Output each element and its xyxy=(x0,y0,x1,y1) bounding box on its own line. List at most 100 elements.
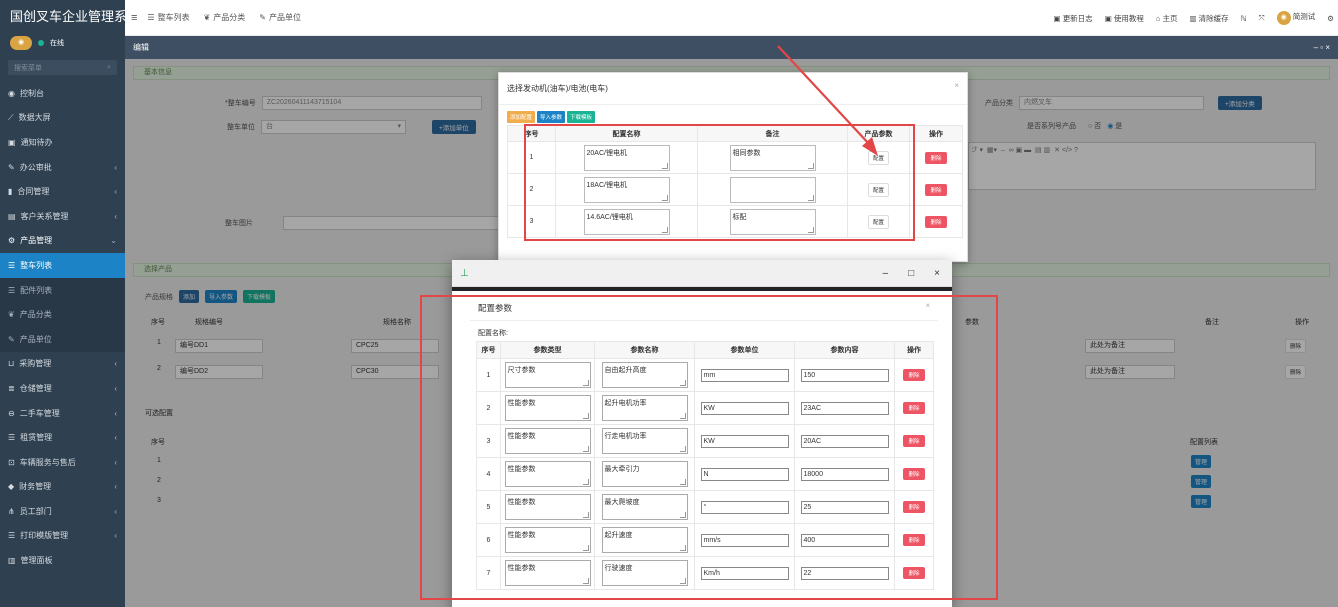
clear-cache-link[interactable]: ▥ 清除缓存 xyxy=(1189,13,1228,24)
user-menu[interactable]: ◉ 简测试 xyxy=(1276,11,1315,25)
delete-button[interactable]: 删除 xyxy=(903,501,925,513)
pin-icon[interactable]: ⊥ xyxy=(460,268,469,279)
param-name-textarea[interactable]: 行走电机功率 xyxy=(601,428,688,454)
note-textarea[interactable]: 相同参数 xyxy=(729,144,816,171)
menu-search-input[interactable]: 搜索菜单 ⌕ xyxy=(8,60,117,75)
param-name-textarea[interactable]: 最大爬坡度 xyxy=(601,494,688,520)
sidebar-item[interactable]: ◉ 控制台 xyxy=(0,81,125,106)
param-unit-input[interactable]: Km/h xyxy=(700,566,789,580)
add-config-button[interactable]: 添加配置 xyxy=(507,111,536,123)
param-unit-input[interactable]: ° xyxy=(700,500,789,514)
sidebar-item[interactable]: ✎ 办公审批 ‹ xyxy=(0,155,125,180)
param-unit-input[interactable]: mm/s xyxy=(700,533,789,547)
sidebar-item[interactable]: ⚙ 产品管理 ⌄ xyxy=(0,229,125,254)
import-params-button[interactable]: 导入参数 xyxy=(537,111,566,123)
sidebar-item[interactable]: ✎ 产品单位 xyxy=(0,326,125,352)
online-dot-icon xyxy=(38,40,44,46)
sidebar-item[interactable]: ❦ 产品分类 xyxy=(0,302,125,327)
changelog-link[interactable]: ▣ 更新日志 xyxy=(1054,13,1093,24)
close-icon[interactable]: × xyxy=(954,81,959,90)
sidebar-item[interactable]: ☰ 租赁管理 ‹ xyxy=(0,425,125,450)
delete-button[interactable]: 删除 xyxy=(903,534,925,546)
delete-button[interactable]: 删除 xyxy=(925,215,947,228)
tutorial-link[interactable]: ▣ 使用教程 xyxy=(1105,13,1144,24)
delete-button[interactable]: 删除 xyxy=(903,468,925,480)
delete-button[interactable]: 删除 xyxy=(903,369,925,381)
config-name-textarea[interactable]: 18AC/锂电机 xyxy=(583,176,670,203)
param-name-textarea[interactable]: 行驶速度 xyxy=(601,560,688,586)
configure-button[interactable]: 配置 xyxy=(867,150,889,165)
sidebar-item[interactable]: ▥ 管理面板 xyxy=(0,548,125,573)
sidebar: 国创叉车企业管理系 ◉ 在线 搜索菜单 ⌕ ◉ 控制台 ⟋ 数据大屏 ▣ 通知待办 ✎ 办公审… xyxy=(0,0,127,607)
sidebar-item[interactable]: ▮ 合同管理 ‹ xyxy=(0,179,125,204)
param-unit-input[interactable]: KW xyxy=(700,434,789,448)
param-type-textarea[interactable]: 性能参数 xyxy=(504,395,591,421)
sidebar-item[interactable]: ▣ 通知待办 xyxy=(0,130,125,155)
note-textarea[interactable] xyxy=(729,176,816,203)
tab-product-category[interactable]: ❦ 产品分类 xyxy=(204,12,246,23)
select-engine-dialog: 选择发动机(油车)/电池(电车) × 添加配置 导入参数 下载模板 序号 配置名… xyxy=(498,72,968,262)
param-value-input[interactable]: 20AC xyxy=(800,434,889,448)
param-type-textarea[interactable]: 性能参数 xyxy=(504,494,591,520)
config-name-textarea[interactable]: 14.6AC/锂电机 xyxy=(583,208,670,235)
menu-toggle-icon[interactable]: ≡ xyxy=(131,12,137,24)
param-type-textarea[interactable]: 性能参数 xyxy=(504,527,591,553)
sidebar-item[interactable]: ⊡ 车辆服务与售后 ‹ xyxy=(0,450,125,475)
delete-button[interactable]: 删除 xyxy=(903,435,925,447)
sidebar-item[interactable]: ⊖ 二手车管理 ‹ xyxy=(0,401,125,426)
param-unit-input[interactable]: N xyxy=(700,467,789,481)
param-type-textarea[interactable]: 尺寸参数 xyxy=(504,362,591,388)
sidebar-item[interactable]: ☰ 整车列表 xyxy=(0,253,125,278)
param-value-input[interactable]: 400 xyxy=(800,533,889,547)
param-value-input[interactable]: 25 xyxy=(800,500,889,514)
configure-button[interactable]: 配置 xyxy=(867,182,889,197)
sidebar-item[interactable]: ▤ 客户关系管理 ‹ xyxy=(0,204,125,229)
chevron-left-icon: ‹ xyxy=(114,433,117,443)
fullscreen-icon[interactable]: ⤧ xyxy=(1259,13,1265,23)
note-textarea[interactable]: 标配 xyxy=(729,208,816,235)
param-name-cell: 自由起升高度 xyxy=(594,358,695,392)
download-template-button[interactable]: 下载模板 xyxy=(567,111,596,123)
window-controls[interactable]: – ▫ × xyxy=(1314,36,1330,59)
translate-icon[interactable]: ℕ xyxy=(1241,14,1247,23)
sidebar-item[interactable]: ◆ 财务管理 ‹ xyxy=(0,475,125,500)
home-link[interactable]: ⌂ 主页 xyxy=(1156,13,1178,24)
param-type-textarea[interactable]: 性能参数 xyxy=(504,560,591,586)
param-type-textarea[interactable]: 性能参数 xyxy=(504,428,591,454)
sidebar-item[interactable]: ⊔ 采购管理 ‹ xyxy=(0,352,125,377)
delete-button[interactable]: 删除 xyxy=(903,402,925,414)
sidebar-item[interactable]: ⋔ 员工部门 ‹ xyxy=(0,499,125,524)
tab-vehicle-list[interactable]: ☰ 整车列表 xyxy=(147,12,189,23)
chevron-left-icon: ‹ xyxy=(114,359,117,369)
sidebar-item[interactable]: ⟋ 数据大屏 xyxy=(0,106,125,131)
param-value-input[interactable]: 18000 xyxy=(800,467,889,481)
param-value-input[interactable]: 23AC xyxy=(800,401,889,415)
config-name-cell: 18AC/锂电机 xyxy=(555,173,698,206)
param-value-input[interactable]: 150 xyxy=(800,368,889,382)
delete-button[interactable]: 删除 xyxy=(925,151,947,164)
param-type-textarea[interactable]: 性能参数 xyxy=(504,461,591,487)
minimize-icon[interactable]: – xyxy=(883,268,889,279)
search-icon[interactable]: ⌕ xyxy=(107,64,111,72)
tab-product-unit[interactable]: ✎ 产品单位 xyxy=(259,12,301,23)
param-name-textarea[interactable]: 起升速度 xyxy=(601,527,688,553)
settings-icon[interactable]: ⚙ xyxy=(1327,14,1334,23)
delete-button[interactable]: 删除 xyxy=(903,567,925,579)
delete-button[interactable]: 删除 xyxy=(925,183,947,196)
sidebar-item[interactable]: ☰ 打印模版管理 ‹ xyxy=(0,524,125,549)
close-window-icon[interactable]: × xyxy=(934,268,940,279)
app-brand[interactable]: 国创叉车企业管理系 xyxy=(0,0,127,33)
config-name-textarea[interactable]: 20AC/锂电机 xyxy=(583,144,670,171)
sidebar-item[interactable]: ☰ 配件列表 xyxy=(0,277,125,303)
param-unit-input[interactable]: KW xyxy=(700,401,789,415)
param-unit-input[interactable]: mm xyxy=(700,368,789,382)
param-name-textarea[interactable]: 自由起升高度 xyxy=(601,362,688,388)
avatar[interactable]: ◉ xyxy=(10,36,32,50)
maximize-icon[interactable]: □ xyxy=(908,268,914,279)
param-name-textarea[interactable]: 最大牵引力 xyxy=(601,461,688,487)
param-name-textarea[interactable]: 起升电机功率 xyxy=(601,395,688,421)
param-value-input[interactable]: 22 xyxy=(800,566,889,580)
configure-button[interactable]: 配置 xyxy=(867,214,889,229)
sidebar-item[interactable]: ≣ 仓储管理 ‹ xyxy=(0,376,125,401)
close-icon[interactable]: × xyxy=(925,301,930,310)
